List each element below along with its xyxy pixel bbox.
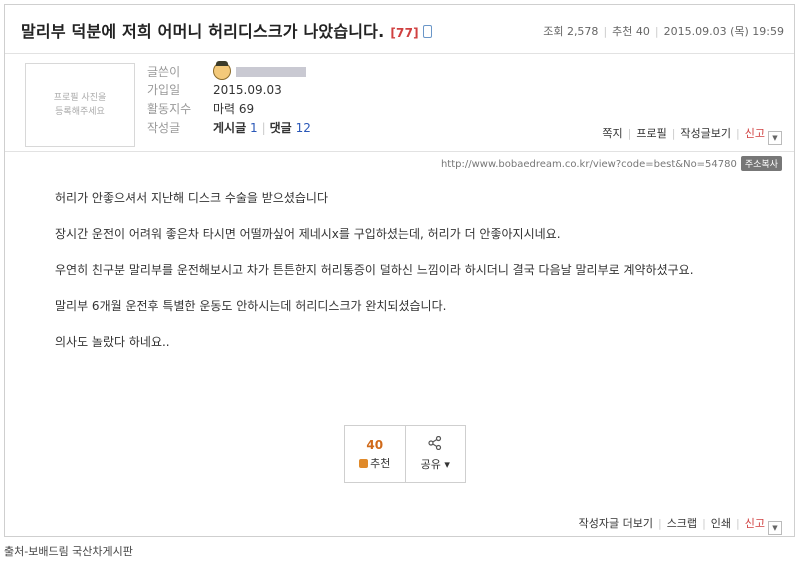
- body-paragraph-3: 우연히 친구분 말리부를 운전해보시고 차가 튼튼한지 허리통증이 덜하신 느낌…: [55, 263, 694, 277]
- posts-label: 게시글: [213, 121, 247, 135]
- joined-date: 2015.09.03: [213, 83, 282, 97]
- author-info: 글쓴이 가입일 2015.09.03 활동지수 마력 69 작성글 게시글 1 | 댓글 …: [147, 61, 311, 138]
- profile-photo-placeholder: 프로필 사진을 등록해주세요: [25, 63, 135, 147]
- post-frame: 말리부 덕분에 저희 어머니 허리디스크가 나았습니다. [77] 조회 2,57…: [4, 4, 795, 537]
- author-profile: 프로필 사진을 등록해주세요 글쓴이 가입일 2015.09.03 활동지수 마력 …: [5, 53, 794, 152]
- photo-placeholder-line2: 등록해주세요: [55, 107, 105, 117]
- mobile-icon: [422, 25, 432, 38]
- post-title-text: 말리부 덕분에 저희 어머니 허리디스크가 나았습니다.: [21, 22, 385, 41]
- copy-url-button[interactable]: 주소복사: [740, 156, 782, 171]
- joined-label: 가입일: [147, 83, 181, 97]
- replies-count-link[interactable]: 12: [296, 121, 311, 135]
- post-body: 허리가 안좋으셔서 지난해 디스크 수술을 받으셨습니다 장시간 운전이 어려워…: [55, 190, 755, 370]
- source-caption: 출처-보배드림 국산차게시판: [4, 545, 133, 558]
- recommend-button[interactable]: 40 추천: [345, 426, 406, 482]
- writings-label: 작성글: [147, 121, 181, 135]
- share-button[interactable]: 공유 ▾: [406, 426, 466, 482]
- activity-label: 활동지수: [147, 102, 192, 116]
- recommend-count-value: 40: [366, 437, 384, 452]
- title-bar: 말리부 덕분에 저희 어머니 허리디스크가 나았습니다. [77] 조회 2,57…: [5, 5, 794, 54]
- more-posts-link[interactable]: 작성자글 더보기: [579, 517, 653, 530]
- vote-box: 40 추천 공유 ▾: [344, 425, 466, 483]
- bottom-report-link[interactable]: 신고: [745, 517, 765, 530]
- post-stats: 조회 2,578 | 추천 40 | 2015.09.03 (목) 19:59: [543, 25, 784, 38]
- comment-count[interactable]: [77]: [390, 26, 418, 40]
- share-dropdown-icon: ▾: [444, 458, 450, 471]
- report-dropdown-icon[interactable]: ▼: [768, 131, 782, 145]
- bottom-report-dropdown-icon[interactable]: ▼: [768, 521, 782, 535]
- post-url-line: http://www.bobaedream.co.kr/view?code=be…: [441, 156, 782, 171]
- scrap-link[interactable]: 스크랩: [667, 517, 697, 530]
- photo-placeholder-line1: 프로필 사진을: [53, 93, 107, 103]
- post-title: 말리부 덕분에 저희 어머니 허리디스크가 나았습니다. [77]: [21, 18, 432, 42]
- profile-link[interactable]: 프로필: [636, 127, 666, 140]
- post-url: http://www.bobaedream.co.kr/view?code=be…: [440, 159, 737, 170]
- author-posts-link[interactable]: 작성글보기: [680, 127, 731, 140]
- body-paragraph-1: 허리가 안좋으셔서 지난해 디스크 수술을 받으셨습니다: [55, 191, 328, 205]
- author-name-blurred[interactable]: [236, 67, 306, 77]
- profile-actions: 쪽지 | 프로필 | 작성글보기 | 신고 ▼: [602, 125, 782, 145]
- body-paragraph-5: 의사도 놀랐다 하네요..: [55, 335, 170, 349]
- body-paragraph-2: 장시간 운전이 어려워 좋은차 타시면 어떨까싶어 제네시x를 구입하셨는데, …: [55, 227, 561, 241]
- recommend-label: 추천: [370, 456, 391, 470]
- posts-count-link[interactable]: 1: [250, 121, 258, 135]
- author-avatar-icon[interactable]: [213, 61, 231, 80]
- post-date: 2015.09.03 (목) 19:59: [663, 25, 784, 38]
- replies-label: 댓글: [269, 121, 292, 135]
- bottom-actions: 작성자글 더보기 | 스크랩 | 인쇄 | 신고 ▼: [579, 515, 782, 535]
- report-link[interactable]: 신고: [745, 127, 765, 140]
- author-label: 글쓴이: [147, 65, 181, 79]
- activity-value: 마력 69: [213, 102, 255, 116]
- share-label: 공유: [420, 458, 441, 471]
- print-link[interactable]: 인쇄: [711, 517, 731, 530]
- thumbs-up-icon: [359, 458, 369, 468]
- share-icon: [428, 435, 442, 453]
- message-link[interactable]: 쪽지: [602, 127, 622, 140]
- body-paragraph-4: 말리부 6개월 운전후 특별한 운동도 안하시는데 허리디스크가 완치되셨습니다…: [55, 299, 447, 313]
- view-count: 조회 2,578: [543, 25, 599, 38]
- recommend-count: 추천 40: [612, 25, 650, 38]
